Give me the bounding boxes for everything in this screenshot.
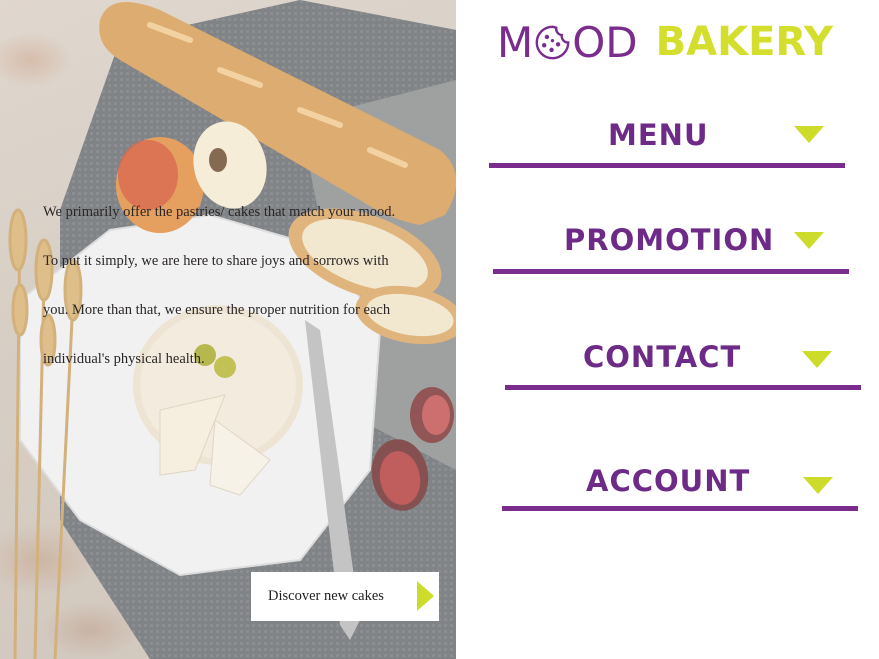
triangle-down-icon[interactable] xyxy=(802,351,832,368)
discover-new-cakes-button[interactable]: Discover new cakes xyxy=(251,572,439,621)
logo-mood-text: M OD xyxy=(497,18,638,67)
nav-label-promotion: PROMOTION xyxy=(564,223,775,257)
nav-underline xyxy=(493,269,849,274)
brand-logo[interactable]: M OD BAKERY xyxy=(497,17,833,67)
logo-letter-m: M xyxy=(497,17,534,67)
nav-label-menu: MENU xyxy=(608,118,709,152)
hero-photo-panel: We primarily offer the pastries/ cakes t… xyxy=(0,0,456,659)
nav-item-menu[interactable]: MENU xyxy=(488,110,848,172)
nav-label-account: ACCOUNT xyxy=(586,464,751,498)
nav-item-promotion[interactable]: PROMOTION xyxy=(492,215,852,277)
triangle-down-icon[interactable] xyxy=(803,477,833,494)
logo-bakery-text: BAKERY xyxy=(655,19,833,65)
nav-underline xyxy=(502,506,858,511)
nav-label-contact: CONTACT xyxy=(583,340,742,374)
nav-item-contact[interactable]: CONTACT xyxy=(504,332,864,394)
triangle-down-icon[interactable] xyxy=(794,126,824,143)
hero-description: We primarily offer the pastries/ cakes t… xyxy=(43,204,396,367)
cookie-icon xyxy=(535,25,570,59)
nav-item-account[interactable]: ACCOUNT xyxy=(501,456,861,518)
discover-button-label: Discover new cakes xyxy=(268,588,384,604)
triangle-down-icon[interactable] xyxy=(794,232,824,249)
nav-underline xyxy=(489,163,845,168)
nav-underline xyxy=(505,385,861,390)
arrow-right-icon xyxy=(417,581,434,611)
logo-letters-od: OD xyxy=(572,17,638,67)
